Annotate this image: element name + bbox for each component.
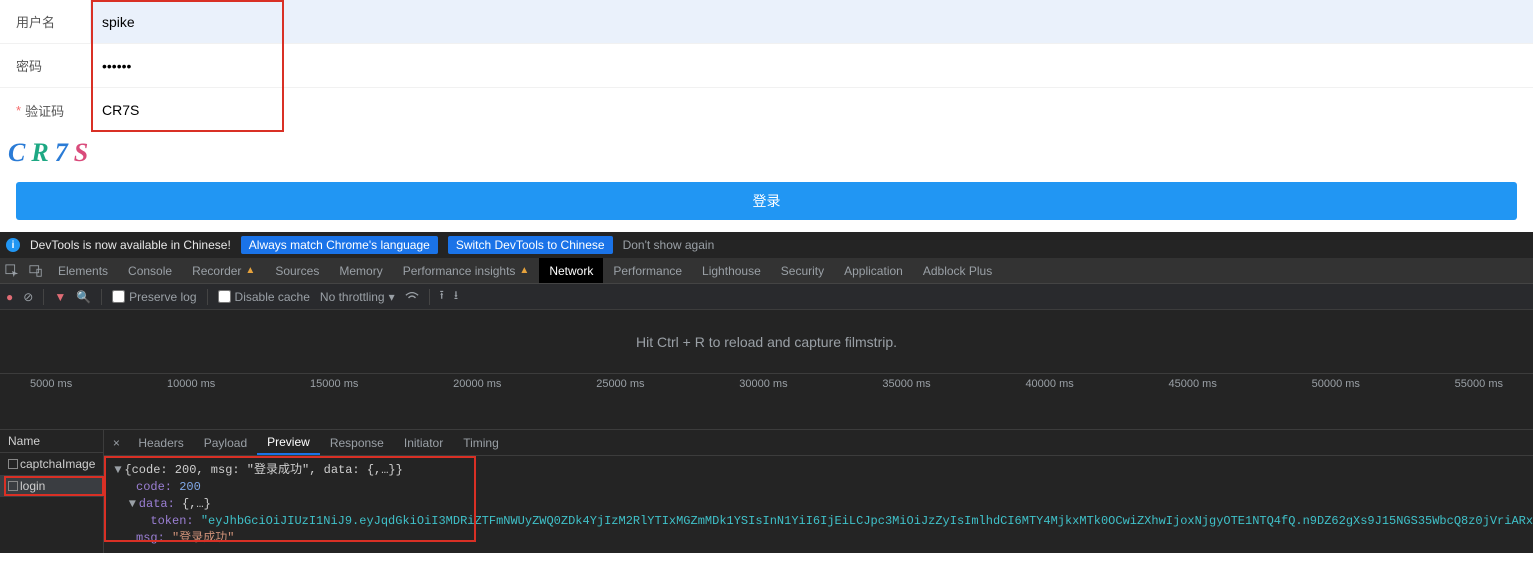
row-username: 用户名 <box>0 0 1533 44</box>
captcha-input[interactable] <box>102 102 1521 118</box>
tab-lighthouse[interactable]: Lighthouse <box>692 258 771 283</box>
password-label: 密码 <box>0 56 90 75</box>
detail-tab-response[interactable]: Response <box>320 430 394 455</box>
banner-message: DevTools is now available in Chinese! <box>30 238 231 252</box>
close-icon[interactable]: × <box>104 436 128 450</box>
login-form: 用户名 密码 *验证码 <box>0 0 1533 132</box>
login-button[interactable]: 登录 <box>16 182 1517 220</box>
captcha-image[interactable]: CR7S <box>0 132 1533 174</box>
request-list-header[interactable]: Name <box>0 430 103 453</box>
timeline-ticks: 5000 ms 10000 ms 15000 ms 20000 ms 25000… <box>0 374 1533 390</box>
tab-application[interactable]: Application <box>834 258 913 283</box>
devtools-main-tabs: Elements Console Recorder▲ Sources Memor… <box>0 258 1533 284</box>
banner-switch-chinese-button[interactable]: Switch DevTools to Chinese <box>448 236 613 254</box>
tab-elements[interactable]: Elements <box>48 258 118 283</box>
devtools-panel: i DevTools is now available in Chinese! … <box>0 232 1533 553</box>
request-login[interactable]: login <box>0 475 103 497</box>
search-icon[interactable]: 🔍 <box>76 290 91 304</box>
filter-icon[interactable]: ▼ <box>54 290 66 304</box>
row-captcha: *验证码 <box>0 88 1533 132</box>
record-icon[interactable]: ● <box>6 290 13 304</box>
username-input[interactable] <box>102 14 1521 30</box>
tab-recorder[interactable]: Recorder▲ <box>182 258 265 283</box>
request-captchaimage[interactable]: captchaImage <box>0 453 103 475</box>
flask-icon: ▲ <box>519 265 529 276</box>
network-toolbar: ● ⊘ ▼ 🔍 Preserve log Disable cache No th… <box>0 284 1533 310</box>
tab-security[interactable]: Security <box>771 258 834 283</box>
request-list: Name captchaImage login <box>0 430 104 553</box>
export-icon[interactable]: ⭳ <box>454 286 458 307</box>
captcha-label: *验证码 <box>0 101 90 120</box>
tab-console[interactable]: Console <box>118 258 182 283</box>
tab-memory[interactable]: Memory <box>329 258 392 283</box>
clear-icon[interactable]: ⊘ <box>23 290 33 304</box>
username-label: 用户名 <box>0 12 90 31</box>
wifi-icon[interactable] <box>405 291 419 303</box>
flask-icon: ▲ <box>245 265 255 276</box>
detail-tab-payload[interactable]: Payload <box>194 430 257 455</box>
tab-performance[interactable]: Performance <box>603 258 692 283</box>
banner-always-match-button[interactable]: Always match Chrome's language <box>241 236 438 254</box>
devtools-locale-banner: i DevTools is now available in Chinese! … <box>0 232 1533 258</box>
throttling-select[interactable]: No throttling▾ <box>320 290 395 304</box>
detail-tab-initiator[interactable]: Initiator <box>394 430 453 455</box>
tab-performance-insights[interactable]: Performance insights▲ <box>393 258 540 283</box>
detail-tab-preview[interactable]: Preview <box>257 430 320 455</box>
request-detail: × Headers Payload Preview Response Initi… <box>104 430 1533 553</box>
tab-adblock-plus[interactable]: Adblock Plus <box>913 258 1002 283</box>
banner-dont-show-link[interactable]: Don't show again <box>623 238 715 252</box>
row-password: 密码 <box>0 44 1533 88</box>
inspect-icon[interactable] <box>0 264 24 278</box>
filmstrip-hint: Hit Ctrl + R to reload and capture films… <box>0 310 1533 374</box>
detail-tab-timing[interactable]: Timing <box>453 430 509 455</box>
preserve-log-checkbox[interactable]: Preserve log <box>112 290 196 304</box>
tab-network[interactable]: Network <box>539 258 603 283</box>
disable-cache-checkbox[interactable]: Disable cache <box>218 290 310 304</box>
password-input[interactable] <box>102 58 1521 74</box>
detail-tab-headers[interactable]: Headers <box>128 430 193 455</box>
device-toggle-icon[interactable] <box>24 264 48 278</box>
detail-tabs: × Headers Payload Preview Response Initi… <box>104 430 1533 456</box>
import-icon[interactable]: ⭱ <box>440 286 444 307</box>
network-timeline[interactable]: 5000 ms 10000 ms 15000 ms 20000 ms 25000… <box>0 374 1533 430</box>
info-icon: i <box>6 238 20 252</box>
tab-sources[interactable]: Sources <box>265 258 329 283</box>
preview-json[interactable]: ▼{code: 200, msg: "登录成功", data: {,…}} co… <box>104 456 1533 553</box>
